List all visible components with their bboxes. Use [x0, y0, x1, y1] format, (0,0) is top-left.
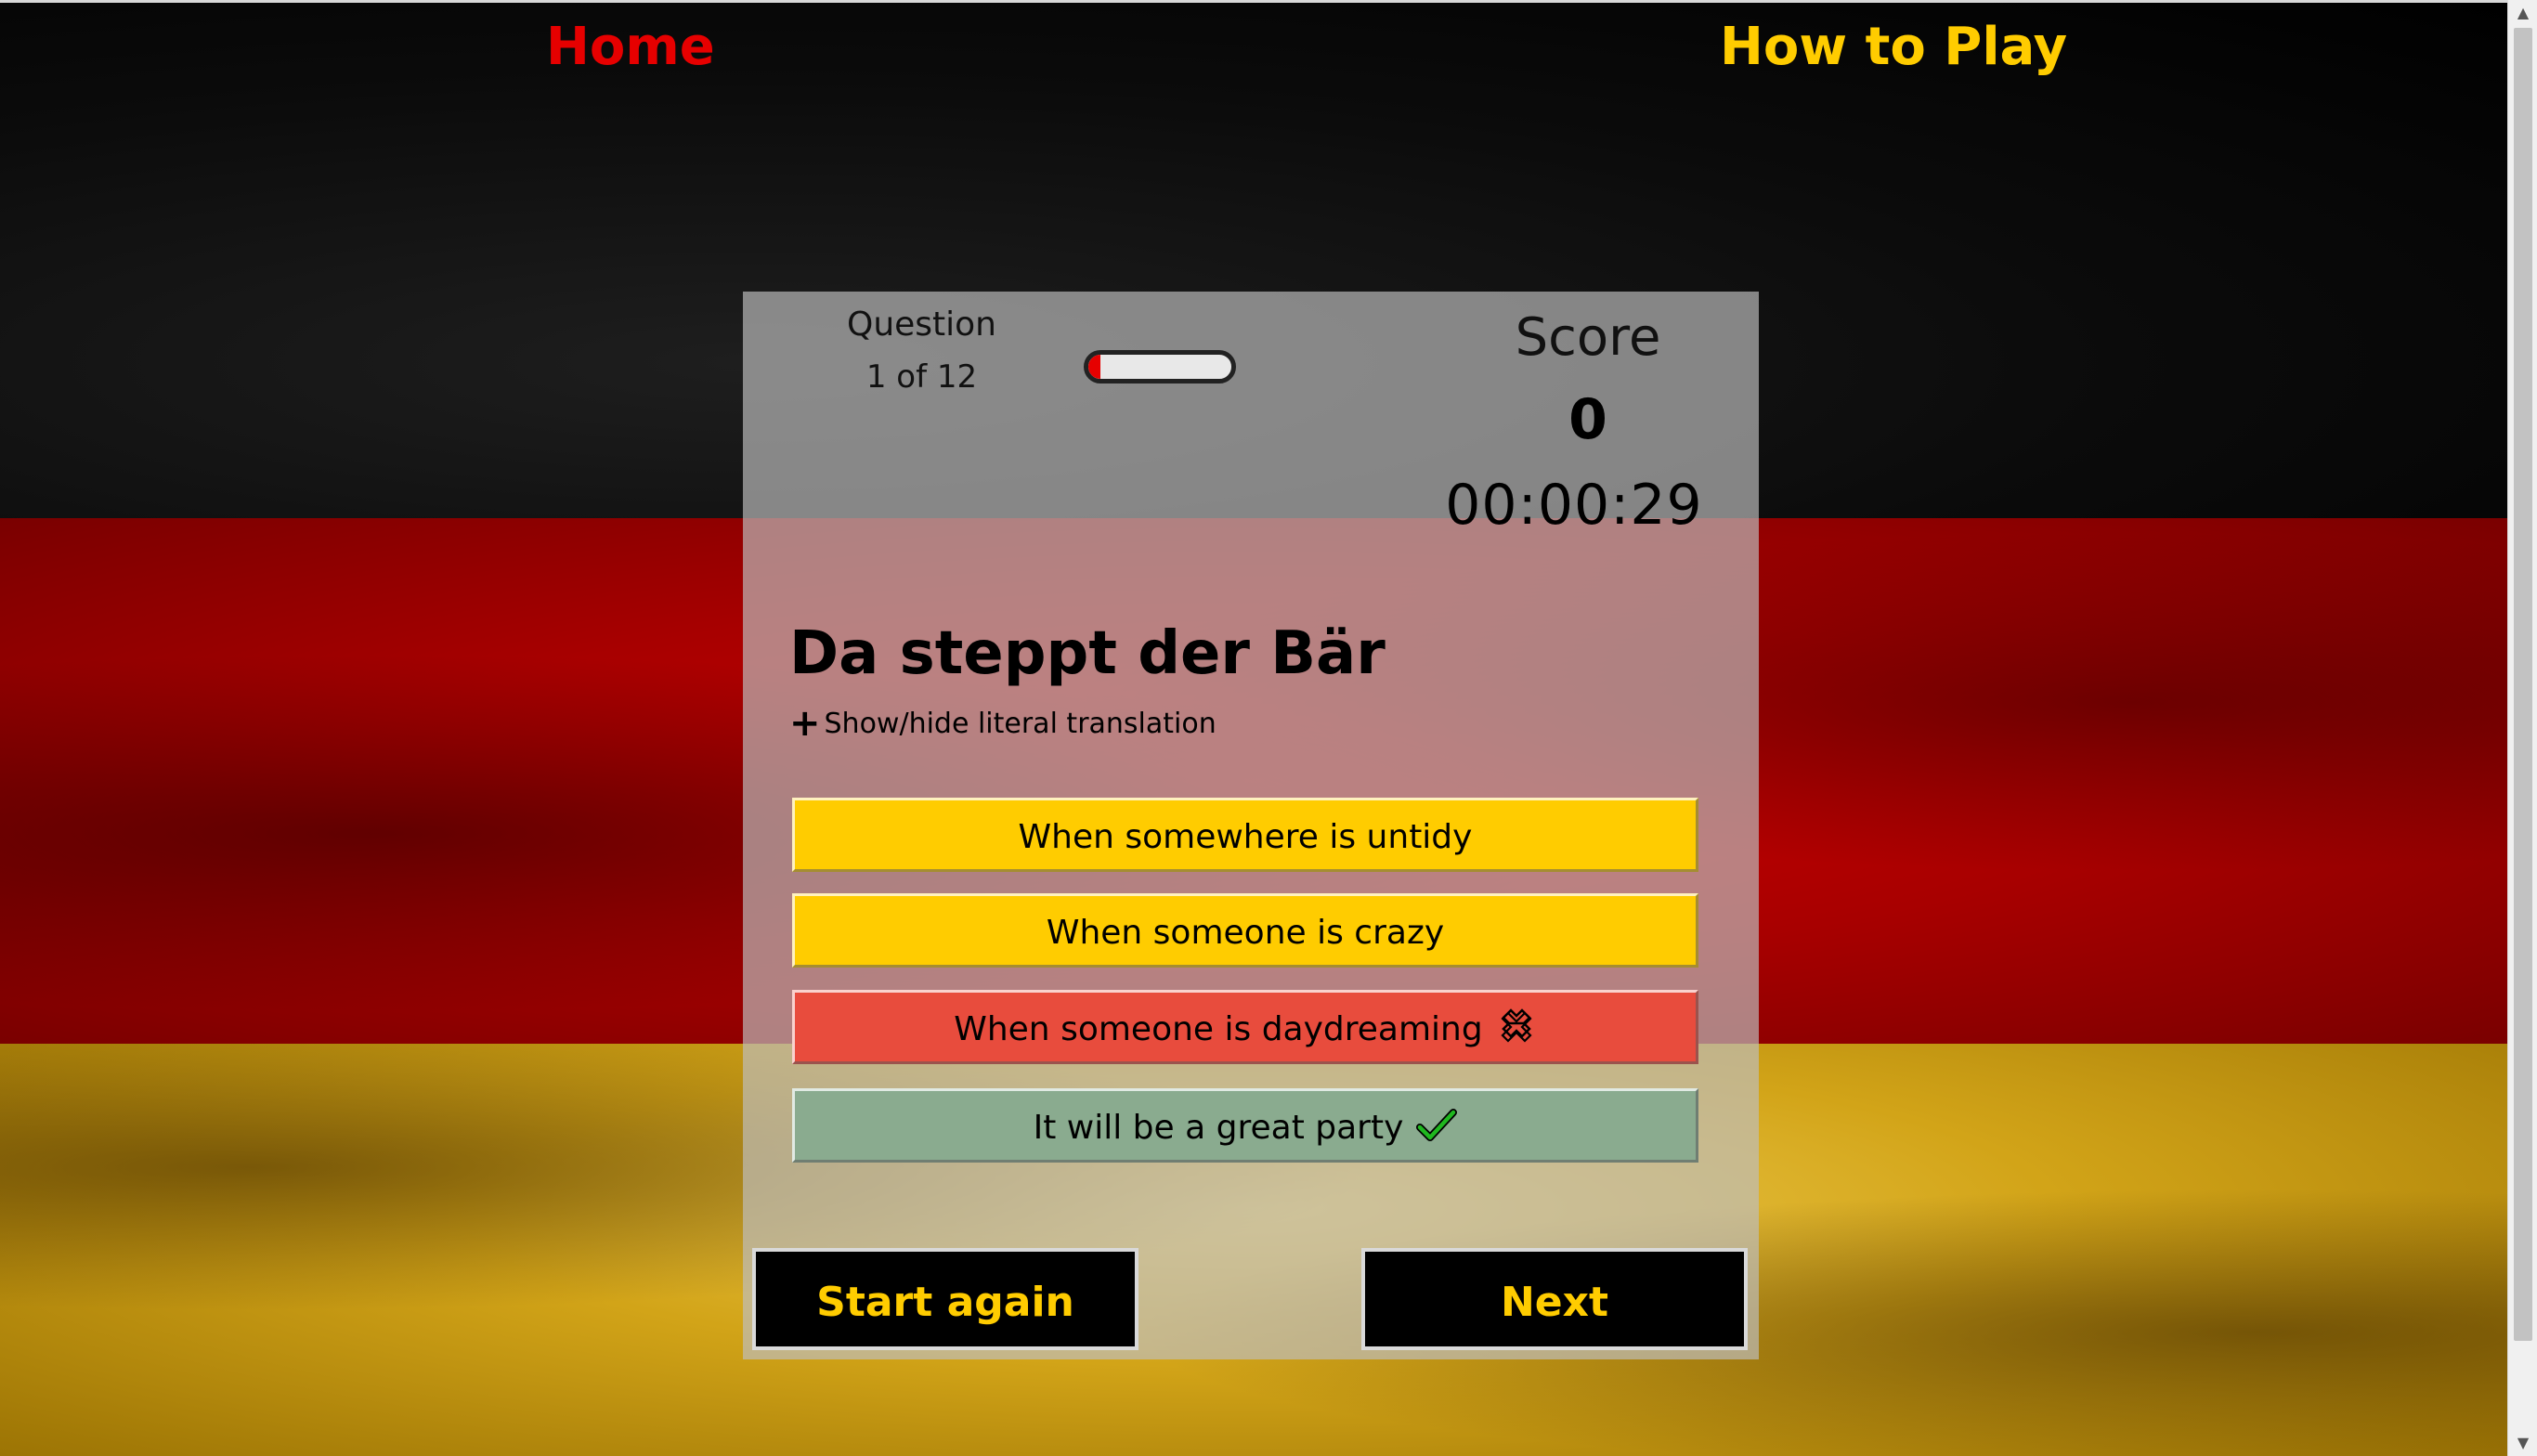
vertical-scrollbar[interactable]: ▲ ▼	[2507, 0, 2537, 1456]
toggle-translation-label: Show/hide literal translation	[824, 708, 1216, 740]
answer-option-3-wrong[interactable]: When someone is daydreaming	[792, 990, 1698, 1064]
top-border	[0, 0, 2507, 3]
start-again-button[interactable]: Start again	[752, 1248, 1138, 1350]
answer-option-4-correct[interactable]: It will be a great party	[792, 1088, 1698, 1163]
scrollbar-thumb[interactable]	[2514, 28, 2532, 1341]
nav-how-to-play-link[interactable]: How to Play	[1720, 17, 2067, 77]
scroll-down-arrow-icon[interactable]: ▼	[2508, 1430, 2537, 1456]
answer-option-1[interactable]: When somewhere is untidy	[792, 798, 1698, 872]
answer-option-label: When someone is daydreaming	[954, 1010, 1483, 1048]
next-button[interactable]: Next	[1361, 1248, 1748, 1350]
toggle-literal-translation[interactable]: + Show/hide literal translation	[789, 700, 1216, 748]
answer-option-label: When somewhere is untidy	[1018, 818, 1473, 856]
german-phrase: Da steppt der Bär	[789, 619, 1386, 688]
answer-option-2[interactable]: When someone is crazy	[792, 893, 1698, 968]
scroll-up-arrow-icon[interactable]: ▲	[2508, 0, 2537, 26]
quiz-panel: Question 1 of 12 Score 0 00:00:29 Da ste…	[743, 292, 1759, 1359]
plus-icon: +	[789, 702, 821, 745]
timer: 00:00:29	[1445, 473, 1703, 538]
nav-home-link[interactable]: Home	[546, 17, 715, 77]
cross-icon	[1501, 1008, 1532, 1043]
page: Home How to Play Question 1 of 12 Score …	[0, 0, 2537, 1456]
score-value: 0	[1568, 387, 1607, 452]
question-label: Question	[846, 306, 996, 344]
answer-option-label: When someone is crazy	[1046, 914, 1445, 952]
answer-option-label: It will be a great party	[1033, 1109, 1404, 1147]
progress-bar	[1084, 350, 1236, 384]
question-count: 1 of 12	[865, 358, 978, 396]
check-icon	[1416, 1109, 1458, 1141]
score-label: Score	[1515, 307, 1661, 368]
progress-bar-fill	[1088, 355, 1100, 379]
